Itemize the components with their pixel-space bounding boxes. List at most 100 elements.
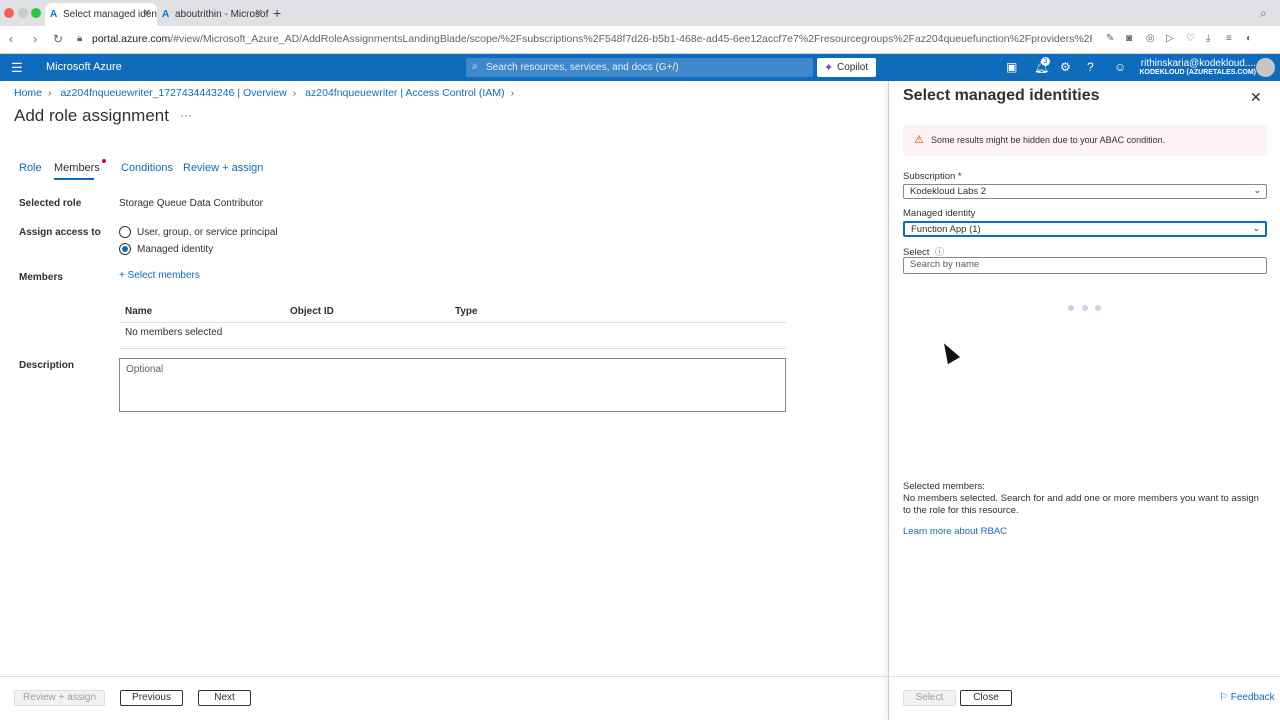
account-info[interactable]: rithinskaria@kodekloud.... KODEKLOUD (AZ…: [1139, 58, 1256, 76]
tab-conditions[interactable]: Conditions: [121, 162, 173, 174]
avatar[interactable]: [1256, 58, 1275, 77]
url-field[interactable]: portal.azure.com/#view/Microsoft_Azure_A…: [92, 33, 1092, 45]
abac-warning-banner: ⚠ Some results might be hidden due to yo…: [903, 125, 1267, 156]
description-placeholder: Optional: [126, 364, 164, 375]
user-name: rithinskaria@kodekloud....: [1140, 58, 1256, 69]
tab-close-icon[interactable]: ✕: [255, 8, 263, 19]
description-label: Description: [19, 360, 75, 371]
heart-icon[interactable]: ♡: [1186, 33, 1195, 44]
previous-button[interactable]: Previous: [120, 690, 183, 706]
members-label: Members: [19, 272, 63, 283]
pane-title: Select managed identities: [903, 87, 1100, 104]
selected-members-section: Selected members: No members selected. S…: [903, 481, 1263, 517]
edit-icon[interactable]: ✎: [1106, 33, 1114, 44]
chevron-right-icon: ›: [292, 87, 297, 99]
feedback-link[interactable]: ⚐ Feedback: [1219, 692, 1275, 703]
col-name: Name: [125, 306, 153, 317]
footer-divider: [0, 676, 888, 677]
col-object-id: Object ID: [290, 306, 334, 317]
selected-members-title: Selected members:: [903, 481, 985, 492]
col-type: Type: [455, 306, 478, 317]
managed-identity-dropdown[interactable]: Function App (1) ⌄: [903, 221, 1267, 237]
notification-badge: 3: [1041, 57, 1050, 66]
learn-more-rbac-link[interactable]: Learn more about RBAC: [903, 526, 1007, 537]
tab-review-assign[interactable]: Review + assign: [183, 162, 263, 174]
radio-managed-identity-label[interactable]: Managed identity: [137, 244, 213, 255]
shield-icon[interactable]: ◎: [1146, 33, 1155, 44]
breadcrumb: Home › az204fnqueuewriter_1727434443246 |…: [14, 87, 520, 99]
close-icon[interactable]: ✕: [1250, 89, 1262, 106]
selected-role-label: Selected role: [19, 198, 82, 209]
copilot-label: Copilot: [837, 62, 869, 73]
more-options-icon[interactable]: ···: [180, 108, 192, 122]
feedback-icon[interactable]: ☺: [1114, 60, 1126, 74]
warning-icon: ⚠: [914, 134, 924, 146]
copilot-button[interactable]: ✦ Copilot: [817, 58, 876, 77]
search-icon: ⌕: [472, 61, 478, 72]
azure-favicon-icon: A: [162, 9, 170, 20]
maximize-window-icon[interactable]: [31, 8, 41, 18]
lock-icon[interactable]: 🔒︎: [77, 33, 82, 44]
download-icon[interactable]: ⤓: [1206, 33, 1210, 44]
active-tab-indicator: [54, 178, 94, 180]
reload-icon[interactable]: ↻: [53, 32, 63, 46]
browser-tab[interactable]: A aboutrithin - Microsoft A ✕: [157, 3, 269, 26]
radio-managed-identity[interactable]: [119, 243, 131, 255]
new-tab-icon[interactable]: +: [273, 5, 281, 21]
table-divider: [119, 322, 786, 323]
camera-icon[interactable]: ◙: [1126, 33, 1132, 44]
next-button[interactable]: Next: [198, 690, 251, 706]
url-host: portal.azure.com: [92, 33, 171, 45]
tab-role[interactable]: Role: [19, 162, 42, 174]
search-by-name-placeholder: Search by name: [910, 259, 980, 270]
radio-user-group-label[interactable]: User, group, or service principal: [137, 227, 278, 238]
managed-identity-label: Managed identity: [903, 208, 976, 219]
browser-tab-bar: A Select managed identiti ✕ A aboutrithi…: [0, 0, 1280, 26]
cloud-shell-icon[interactable]: ▣: [1006, 60, 1017, 74]
user-org: KODEKLOUD (AZURETALES.COM): [1139, 69, 1256, 76]
global-search-input[interactable]: ⌕ Search resources, services, and docs (…: [466, 58, 813, 77]
subscription-dropdown[interactable]: Kodekloud Labs 2 ⌄: [903, 184, 1267, 199]
close-window-icon[interactable]: [4, 8, 14, 18]
search-by-name-input[interactable]: Search by name: [903, 257, 1267, 274]
selected-members-text: No members selected. Search for and add …: [903, 493, 1259, 516]
tab-search-icon[interactable]: ⌕: [1260, 6, 1267, 21]
chevron-down-icon: ⌄: [1252, 223, 1260, 233]
select-members-link[interactable]: + Select members: [119, 270, 200, 281]
breadcrumb-iam[interactable]: az204fnqueuewriter | Access Control (IAM…: [305, 87, 504, 99]
profile-icon[interactable]: ◐: [1246, 33, 1252, 44]
radio-user-group[interactable]: [119, 226, 131, 238]
breadcrumb-home[interactable]: Home: [14, 87, 42, 99]
tab-members[interactable]: Members: [54, 159, 106, 174]
azure-brand[interactable]: Microsoft Azure: [46, 61, 122, 73]
settings-icon[interactable]: ⚙: [1060, 60, 1071, 74]
review-assign-button[interactable]: Review + assign: [14, 690, 105, 706]
subscription-label: Subscription *: [903, 171, 962, 182]
address-bar: ‹ › ↻ 🔒︎ portal.azure.com/#view/Microsof…: [0, 26, 1280, 54]
description-textarea[interactable]: Optional: [119, 358, 786, 412]
play-icon[interactable]: ▷: [1166, 33, 1174, 44]
chevron-right-icon: ›: [48, 87, 52, 99]
loading-dot-icon: [1068, 305, 1074, 311]
feedback-label: Feedback: [1230, 692, 1275, 703]
azure-favicon-icon: A: [50, 9, 58, 20]
menu-icon[interactable]: ≡: [1226, 33, 1232, 44]
feedback-icon: ⚐: [1219, 692, 1228, 703]
tab-close-icon[interactable]: ✕: [143, 8, 151, 19]
minimize-window-icon[interactable]: [18, 8, 28, 18]
hamburger-menu-icon[interactable]: ☰: [11, 60, 23, 76]
assign-access-label: Assign access to: [19, 227, 101, 238]
loading-dot-icon: [1082, 305, 1088, 311]
info-icon[interactable]: ⓘ: [935, 247, 944, 257]
subscription-value: Kodekloud Labs 2: [910, 186, 987, 197]
back-icon[interactable]: ‹: [9, 32, 13, 46]
breadcrumb-overview[interactable]: az204fnqueuewriter_1727434443246 | Overv…: [60, 87, 286, 99]
close-button[interactable]: Close: [960, 690, 1012, 706]
managed-identity-value: Function App (1): [911, 224, 981, 235]
browser-tab-active[interactable]: A Select managed identiti ✕: [45, 3, 157, 26]
chevron-right-icon: ›: [510, 87, 515, 99]
forward-icon[interactable]: ›: [33, 32, 37, 46]
url-path: /#view/Microsoft_Azure_AD/AddRoleAssignm…: [170, 33, 1092, 45]
select-button[interactable]: Select: [903, 690, 956, 706]
help-icon[interactable]: ?: [1087, 60, 1094, 74]
